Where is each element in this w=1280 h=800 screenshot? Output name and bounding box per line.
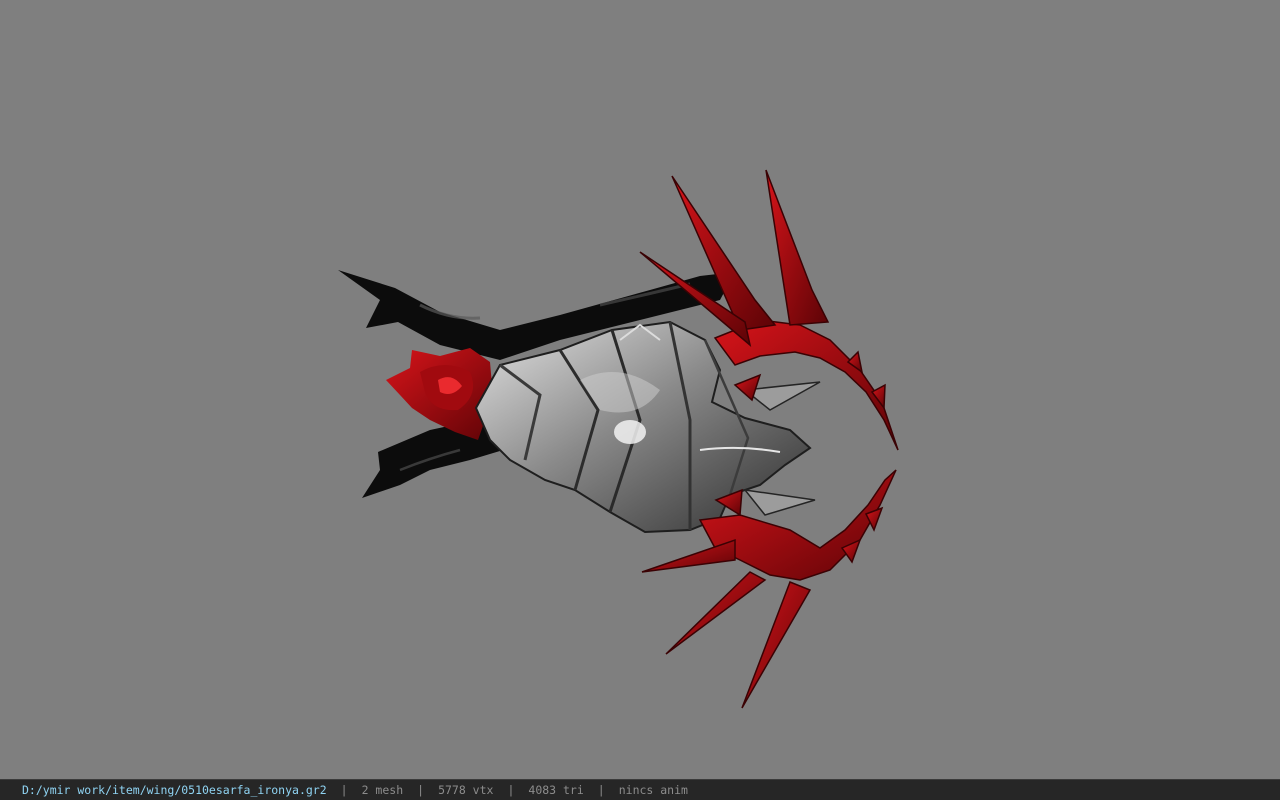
3d-viewport[interactable] — [0, 0, 1280, 779]
status-separator: | — [597, 783, 605, 797]
file-path: D:/ymir work/item/wing/0510esarfa_ironya… — [22, 783, 327, 797]
status-separator: | — [340, 783, 348, 797]
status-bar: D:/ymir work/item/wing/0510esarfa_ironya… — [0, 779, 1280, 800]
animation-status: nincs anim — [618, 783, 688, 797]
wing-model — [338, 169, 899, 709]
status-separator: | — [417, 783, 425, 797]
triangle-count: 4083 tri — [528, 783, 584, 797]
vertex-count: 5778 vtx — [438, 783, 494, 797]
status-separator: | — [507, 783, 515, 797]
mesh-count: 2 mesh — [361, 783, 404, 797]
